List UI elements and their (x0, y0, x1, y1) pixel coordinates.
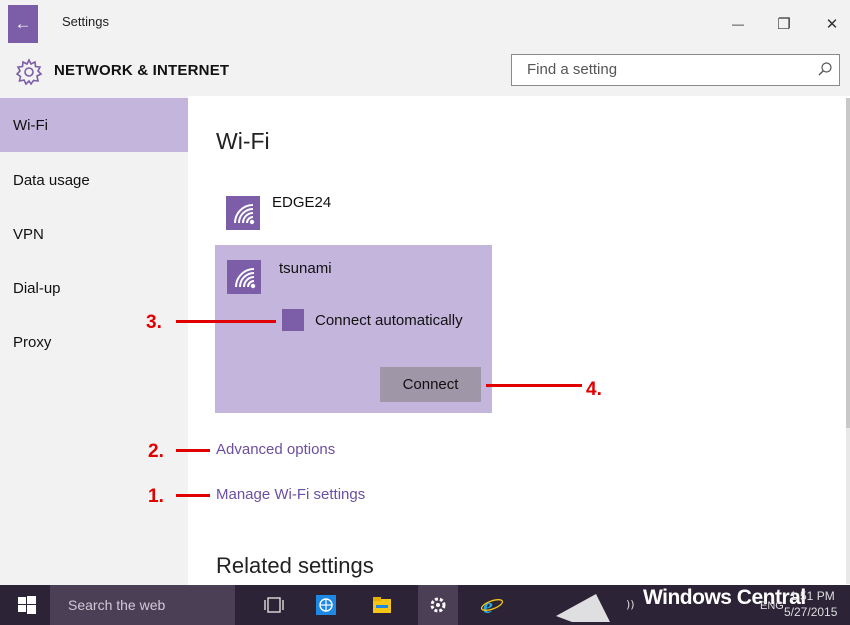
search-icon[interactable] (817, 61, 833, 77)
connect-button[interactable]: Connect (380, 367, 481, 402)
clock-time[interactable]: 1:51 PM (790, 589, 835, 603)
advanced-options-link[interactable]: Advanced options (216, 441, 335, 458)
annotation-4: 4. (586, 379, 602, 400)
wifi-icon (226, 196, 260, 230)
maximize-icon: ❐ (777, 16, 791, 33)
sidebar-item-label: Dial-up (13, 279, 61, 297)
back-button[interactable]: ← (8, 5, 38, 43)
settings-gear-icon (430, 597, 446, 613)
windows-start-icon[interactable] (18, 596, 36, 614)
sidebar-item-label: Wi-Fi (13, 116, 48, 134)
annotation-4-line (486, 384, 582, 387)
sidebar-item-vpn[interactable]: VPN (0, 207, 188, 261)
annotation-2-line (176, 449, 210, 452)
sidebar-item-label: Proxy (13, 333, 52, 351)
internet-explorer-icon[interactable]: e (480, 593, 504, 617)
annotation-1: 1. (148, 486, 164, 507)
sidebar-item-label: Data usage (13, 171, 90, 189)
minimize-button[interactable]: — (718, 8, 758, 40)
sidebar-item-wifi[interactable]: Wi-Fi (0, 98, 188, 152)
network-name: tsunami (279, 260, 332, 277)
annotation-1-line (176, 494, 210, 497)
connect-automatically-label: Connect automatically (315, 312, 463, 329)
manage-wifi-settings-link[interactable]: Manage Wi-Fi settings (216, 486, 365, 503)
maximize-button[interactable]: ❐ (764, 8, 804, 40)
page-title: Wi-Fi (216, 128, 270, 154)
taskbar-search-placeholder: Search the web (68, 597, 166, 613)
search-placeholder: Find a setting (527, 61, 618, 78)
close-icon: ✕ (825, 16, 839, 33)
sidebar-item-label: VPN (13, 225, 44, 243)
svg-text:)): )) (626, 598, 635, 611)
scrollbar-thumb[interactable] (846, 98, 850, 428)
back-arrow-icon: ← (14, 14, 32, 33)
clock-date[interactable]: 5/27/2015 (784, 605, 837, 619)
wifi-icon (227, 260, 261, 294)
language-indicator[interactable]: ENG (760, 600, 784, 612)
volume-icon[interactable]: )) (626, 596, 640, 612)
annotation-3: 3. (146, 312, 162, 333)
sidebar-item-dial-up[interactable]: Dial-up (0, 261, 188, 315)
task-view-icon[interactable] (262, 593, 286, 617)
section-title: NETWORK & INTERNET (54, 62, 230, 79)
annotation-3-line (176, 320, 276, 323)
related-settings-heading: Related settings (216, 553, 374, 578)
annotation-2: 2. (148, 441, 164, 462)
browser-icon[interactable] (314, 593, 338, 617)
windows-central-logo-icon (556, 594, 610, 622)
minimize-icon: — (732, 17, 744, 31)
network-name: EDGE24 (272, 194, 332, 211)
file-explorer-icon[interactable] (370, 593, 394, 617)
gear-icon (15, 58, 43, 86)
window-title: Settings (62, 14, 109, 29)
close-button[interactable]: ✕ (812, 8, 850, 40)
connect-automatically-checkbox[interactable] (282, 309, 304, 331)
sidebar-item-data-usage[interactable]: Data usage (0, 153, 188, 207)
